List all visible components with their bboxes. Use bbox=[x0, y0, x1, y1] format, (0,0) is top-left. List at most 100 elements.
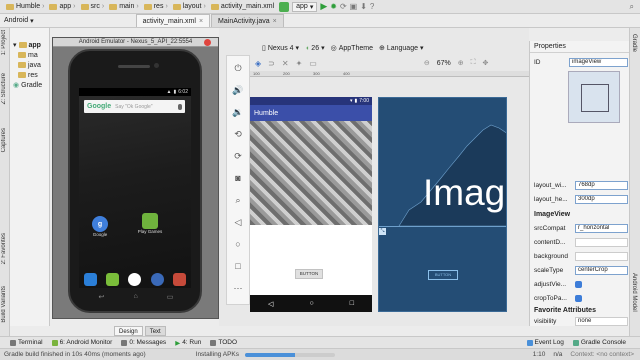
adjust-view-bounds-checkbox[interactable] bbox=[575, 280, 582, 288]
android-model-tool-tab[interactable]: Android Model bbox=[631, 273, 637, 312]
terminal-tool-button[interactable]: Terminal bbox=[10, 339, 43, 346]
overview-icon[interactable]: ▭ bbox=[167, 293, 174, 301]
close-icon[interactable] bbox=[204, 39, 211, 46]
more-icon[interactable]: ⋯ bbox=[232, 282, 244, 294]
favorites-tool-tab[interactable]: 2: Favorites bbox=[1, 233, 7, 264]
src-field[interactable]: r_horizontal bbox=[575, 223, 628, 233]
layout-height-field[interactable]: 300dp bbox=[575, 194, 628, 204]
app-shortcut-play-games[interactable]: Play Games bbox=[135, 213, 165, 234]
visibility-dropdown[interactable]: none bbox=[575, 316, 628, 326]
tree-item-java[interactable]: java bbox=[10, 60, 49, 70]
scale-type-dropdown[interactable]: centerCrop bbox=[575, 265, 628, 275]
device-dropdown[interactable]: ▯ Nexus 4 ▾ bbox=[262, 44, 299, 53]
event-log-tool-button[interactable]: Event Log bbox=[526, 339, 564, 346]
sync-icon[interactable]: ⟳ bbox=[340, 2, 347, 11]
design-preview[interactable]: ▾ ▮ 7:00 Humble BUTTON ◁ ○ □ bbox=[250, 97, 372, 312]
preview-button[interactable]: BUTTON bbox=[295, 269, 323, 279]
background-task-progress bbox=[245, 352, 335, 357]
breadcrumb-item[interactable]: Humble › bbox=[4, 3, 46, 10]
id-field[interactable]: imageView bbox=[569, 57, 628, 67]
phone-app-icon[interactable] bbox=[83, 273, 97, 286]
project-view-dropdown[interactable]: Android ▾ bbox=[4, 17, 34, 25]
build-variants-tool-tab[interactable]: Build Variants bbox=[1, 286, 7, 323]
language-dropdown[interactable]: ⊕ Language ▾ bbox=[379, 44, 424, 53]
property-label: ID bbox=[534, 58, 541, 66]
resize-handle-icon[interactable]: ⤡ bbox=[379, 228, 386, 235]
avd-manager-icon[interactable]: ▣ bbox=[350, 2, 358, 11]
home-icon[interactable]: ○ bbox=[232, 238, 244, 250]
zoom-out-icon[interactable]: ⊖ bbox=[424, 59, 430, 67]
structure-tool-tab[interactable]: Z: Structure bbox=[1, 73, 7, 104]
file-tab[interactable]: activity_main.xml × bbox=[135, 14, 211, 27]
blueprint-view[interactable]: Image ⤡ BUTTON bbox=[378, 97, 507, 312]
theme-button[interactable]: ◎ AppTheme bbox=[331, 44, 373, 53]
close-icon[interactable]: × bbox=[273, 18, 277, 25]
tree-item-res[interactable]: res bbox=[10, 70, 49, 80]
zoom-icon[interactable]: ⌕ bbox=[232, 194, 244, 206]
clear-constraints-icon[interactable]: ✕ bbox=[282, 59, 289, 68]
todo-tool-button[interactable]: TODO bbox=[210, 339, 237, 346]
pan-icon[interactable]: ✥ bbox=[483, 59, 489, 67]
tree-item-app[interactable]: ▾ app bbox=[10, 40, 49, 50]
breadcrumb-item[interactable]: main › bbox=[107, 3, 141, 10]
tab-design[interactable]: Design bbox=[114, 326, 143, 336]
margin-icon[interactable]: ▭ bbox=[309, 59, 317, 68]
content-description-field[interactable] bbox=[575, 237, 628, 247]
volume-down-icon[interactable]: 🔉 bbox=[232, 106, 244, 118]
back-icon[interactable]: ◁ bbox=[232, 216, 244, 228]
breadcrumb-item[interactable]: res › bbox=[142, 3, 170, 10]
gradle-console-tool-button[interactable]: Gradle Console bbox=[572, 339, 626, 346]
close-icon[interactable]: × bbox=[199, 18, 203, 25]
camera-icon[interactable]: ◙ bbox=[232, 172, 244, 184]
messages-tool-button[interactable]: 0: Messages bbox=[121, 339, 166, 346]
rotate-right-icon[interactable]: ⟳ bbox=[232, 150, 244, 162]
project-tool-tab[interactable]: 1: Project bbox=[1, 30, 7, 55]
api-dropdown[interactable]: ◖ 26 ▾ bbox=[305, 44, 325, 53]
app-shortcut-google[interactable]: g Google bbox=[85, 216, 115, 237]
file-tab[interactable]: MainActivity.java × bbox=[211, 14, 284, 27]
design-mode-icon[interactable]: ◈ bbox=[255, 59, 261, 68]
mic-icon[interactable] bbox=[178, 103, 182, 110]
run-tool-button[interactable]: ▶ 4: Run bbox=[175, 339, 201, 347]
sdk-manager-icon[interactable]: ⬇ bbox=[360, 2, 367, 11]
crop-to-padding-checkbox[interactable] bbox=[575, 294, 582, 302]
app-drawer-icon[interactable] bbox=[128, 273, 142, 286]
browser-app-icon[interactable] bbox=[150, 273, 164, 286]
home-icon[interactable]: ⌂ bbox=[133, 293, 137, 301]
zoom-in-icon[interactable]: ⊕ bbox=[458, 59, 464, 67]
search-everywhere-icon[interactable]: ⌕ bbox=[630, 2, 634, 12]
tab-text[interactable]: Text bbox=[144, 326, 166, 336]
tree-item-manifests[interactable]: ma bbox=[10, 50, 49, 60]
google-search-bar[interactable]: Google Say "Ok Google" bbox=[84, 100, 185, 113]
overview-icon[interactable]: □ bbox=[232, 260, 244, 272]
volume-up-icon[interactable]: 🔊 bbox=[232, 84, 244, 96]
constraint-widget[interactable] bbox=[568, 71, 620, 123]
background-field[interactable] bbox=[575, 251, 628, 261]
camera-app-icon[interactable] bbox=[173, 273, 187, 286]
emulator-screen[interactable]: ▲ ▮ 6:02 Google Say "Ok Google" g Google… bbox=[79, 88, 191, 288]
power-icon[interactable]: ⏻ bbox=[232, 62, 244, 74]
gradle-tool-tab[interactable]: Gradle bbox=[631, 34, 637, 52]
run-icon[interactable]: ▶ bbox=[320, 1, 327, 12]
breadcrumb-item[interactable]: layout › bbox=[171, 3, 208, 10]
breadcrumb-item[interactable]: src › bbox=[79, 3, 107, 10]
captures-tool-tab[interactable]: Captures bbox=[1, 128, 7, 152]
help-icon[interactable]: ? bbox=[370, 2, 374, 11]
preview-image-view[interactable] bbox=[250, 121, 372, 225]
breadcrumb-item[interactable]: activity_main.xml bbox=[209, 3, 276, 10]
layout-width-field[interactable]: 768dp bbox=[575, 180, 628, 190]
messaging-app-icon[interactable] bbox=[106, 273, 120, 286]
infer-constraints-icon[interactable]: ✦ bbox=[296, 59, 303, 68]
make-project-icon[interactable] bbox=[279, 1, 290, 12]
zoom-fit-icon[interactable]: ⛶ bbox=[471, 59, 476, 67]
blueprint-button[interactable]: BUTTON bbox=[428, 270, 458, 280]
property-visibility: visibility none bbox=[534, 315, 628, 327]
breadcrumb-item[interactable]: app › bbox=[47, 3, 77, 10]
run-config-dropdown[interactable]: app ▾ bbox=[292, 1, 318, 12]
magnet-icon[interactable]: ⊃ bbox=[268, 59, 275, 68]
android-monitor-tool-button[interactable]: 6: Android Monitor bbox=[51, 339, 112, 346]
tree-item-gradle[interactable]: ◉ Gradle bbox=[10, 80, 49, 90]
back-icon[interactable]: ↩ bbox=[99, 293, 105, 301]
rotate-left-icon[interactable]: ⟲ bbox=[232, 128, 244, 140]
debug-icon[interactable]: ✹ bbox=[330, 2, 337, 11]
